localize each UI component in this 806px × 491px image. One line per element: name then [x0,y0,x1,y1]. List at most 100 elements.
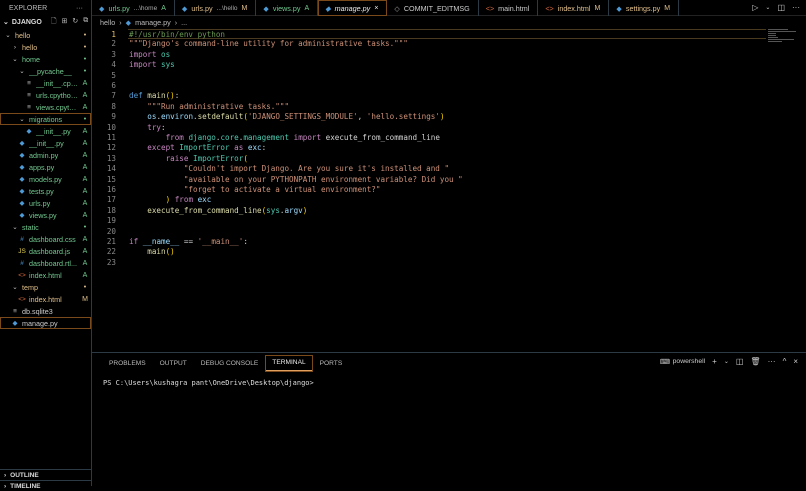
close-tab-icon[interactable]: × [374,5,378,12]
close-panel-icon[interactable]: × [793,357,798,366]
chevron-down-icon[interactable]: ⌄ [765,4,770,11]
trash-icon[interactable]: 🗑 [750,357,760,366]
code-editor[interactable]: 1 #!/usr/bin/env python 2 """Django's comma… [92,29,766,349]
panel-tab-output[interactable]: OUTPUT [154,356,193,371]
code-line: 15 "available on your PYTHONPATH environ… [92,175,766,185]
panel-tab-terminal[interactable]: TERMINAL [265,354,313,372]
tree-item-label: db.sqlite3 [22,306,53,316]
code-token: exc [243,143,262,153]
tree-item[interactable]: ◆ views.py A [0,209,91,221]
tab-main-html[interactable]: <> main.html [479,0,539,16]
tab-label: main.html [498,3,530,13]
python-icon: ◆ [26,128,32,135]
git-status-badge: A [82,103,88,111]
file-icon: ≡ [27,103,31,111]
git-status-badge: A [82,79,88,87]
new-terminal-icon[interactable]: + [712,357,717,366]
code-line: 10 try: [92,123,766,133]
tree-item[interactable]: ≡ urls.cpython... A [0,89,91,101]
tree-item[interactable]: <> index.html M [0,293,91,305]
line-number: 21 [106,237,116,246]
tree-item[interactable]: ≡ __init__.cpyt... A [0,77,91,89]
split-editor-icon[interactable]: ◫ [777,3,785,12]
tree-item[interactable]: ◆ urls.py A [0,197,91,209]
code-token: import [129,60,157,70]
tree-item[interactable]: ◆ admin.py A [0,149,91,161]
panel-tab-ports[interactable]: PORTS [314,356,349,371]
tree-item[interactable]: # dashboard.rtl... A [0,257,91,269]
chevron-down-icon[interactable]: ⌄ [724,358,729,365]
tree-item[interactable]: ⌄ hello • [0,29,91,41]
tab-index-html[interactable]: <> index.html M [538,0,610,16]
git-status-badge: A [82,259,88,267]
tree-item[interactable]: ◆ __init__.py A [0,125,91,137]
code-token: """Django's command-line utility for adm… [129,39,408,49]
code-token: 'DJANGO_SETTINGS_MODULE' [247,112,358,122]
code-text: try: [129,123,165,133]
python-icon: ◆ [19,212,25,219]
terminal-output[interactable]: PS C:\Users\kushagra pant\OneDrive\Deskt… [103,379,314,387]
line-number: 8 [111,101,116,111]
tree-item[interactable]: › hello • [0,41,91,53]
tree-item[interactable]: ≡ views.cpyth... A [0,101,91,113]
tree-item[interactable]: JS dashboard.js A [0,245,91,257]
new-file-icon[interactable]: 🗋 [51,17,57,28]
tree-item-label: views.cpyth... [36,102,79,112]
panel-tab-problems[interactable]: PROBLEMS [103,356,152,371]
tree-item-label: __init__.py [36,126,71,136]
tree-item[interactable]: ⌄ temp • [0,281,91,293]
breadcrumb-file[interactable]: manage.py [135,18,171,27]
tree-item[interactable]: ≡ db.sqlite3 [0,305,91,317]
breadcrumb-symbol[interactable]: ... [181,18,187,27]
git-status-badge: A [304,4,310,12]
code-text: "available on your PYTHONPATH environmen… [129,175,463,185]
tab-manage-py[interactable]: ◆ manage.py × [318,0,388,16]
line-number: 22 [106,247,116,257]
tree-item-label: dashboard.css [29,234,76,244]
outline-section[interactable]: › OUTLINE [0,469,91,480]
maximize-panel-icon[interactable]: ^ [783,357,787,366]
minimap[interactable] [768,29,798,49]
code-line: 5 [92,71,766,81]
panel-tab-debug-console[interactable]: DEBUG CONSOLE [195,356,265,371]
workspace-root[interactable]: ⌄ DJANGO 🗋 ⊞ ↻ ⧉ [0,16,91,28]
tab-path: ...\hello [216,4,238,12]
explorer-more-button[interactable]: ··· [76,5,83,12]
tree-item[interactable]: ◆ manage.py [0,317,91,329]
collapse-all-icon[interactable]: ⧉ [83,17,88,28]
tree-item[interactable]: ⌄ home • [0,53,91,65]
code-token: core [220,133,239,142]
tab-views-py[interactable]: ◆ views.py A [256,0,319,16]
split-terminal-icon[interactable]: ◫ [736,357,744,366]
python-icon: ◆ [19,200,25,207]
tree-item[interactable]: ◆ models.py A [0,173,91,185]
git-status-badge: • [83,67,87,75]
bottom-panel: PROBLEMS OUTPUT DEBUG CONSOLE TERMINAL PORTS… [92,352,806,486]
folder-open-icon: ⌄ [12,56,18,63]
more-actions-icon[interactable]: ··· [792,3,800,12]
code-token: django [183,133,216,142]
code-token: exc [193,195,212,205]
new-folder-icon[interactable]: ⊞ [61,17,67,28]
tree-item[interactable]: ◆ tests.py A [0,185,91,197]
run-icon[interactable]: ▷ [752,3,758,12]
more-actions-icon[interactable]: ··· [768,357,776,366]
tree-item[interactable]: ⌄ __pycache__ • [0,65,91,77]
tree-item[interactable]: <> index.html A [0,269,91,281]
tab-label: index.html [557,3,591,13]
terminal-selector[interactable]: ⌨ powershell [660,358,705,366]
code-token: if [129,237,139,246]
tab-urls-py[interactable]: ◆ urls.py ...\home A [92,0,175,16]
tree-item[interactable]: ◆ apps.py A [0,161,91,173]
tree-item[interactable]: ⌄ static • [0,221,91,233]
tab-urls-py[interactable]: ◆ urls.py ...\hello M [175,0,257,16]
code-token: def [129,91,143,101]
tree-item[interactable]: ⌄ migrations • [0,113,91,125]
tree-item[interactable]: ◆ __init__.py A [0,137,91,149]
tab-settings-py[interactable]: ◆ settings.py M [609,0,680,16]
refresh-icon[interactable]: ↻ [72,17,78,28]
breadcrumb-folder[interactable]: hello [100,18,115,27]
code-token: setdefault [197,112,244,122]
tree-item[interactable]: # dashboard.css A [0,233,91,245]
tab-commit_editmsg[interactable]: ◇ COMMIT_EDITMSG [387,0,479,16]
